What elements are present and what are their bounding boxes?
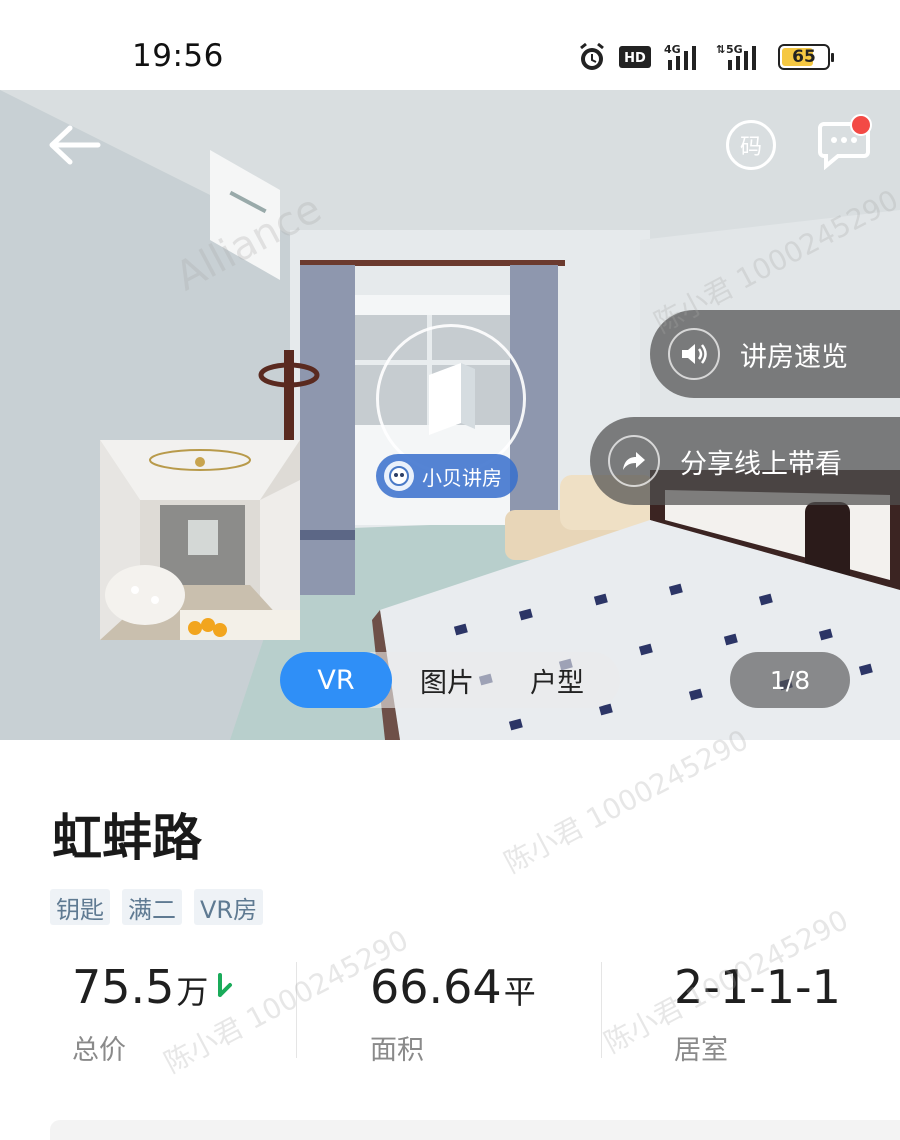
ai-guide-button[interactable]: 小贝讲房 xyxy=(376,454,518,498)
svg-text:4G: 4G xyxy=(664,43,681,56)
ai-guide-label: 小贝讲房 xyxy=(422,465,502,490)
area-value: 66.64 xyxy=(370,960,502,1014)
photo-counter: 1/8 xyxy=(730,652,850,708)
audio-tour-button[interactable]: 讲房速览 xyxy=(650,310,900,398)
robot-icon xyxy=(384,461,414,491)
status-icons: HD 4G ⇅ 5G 65 xyxy=(578,40,834,74)
next-section-edge xyxy=(50,1120,900,1140)
share-viewing-button[interactable]: 分享线上带看 xyxy=(590,417,900,505)
hd-icon: HD xyxy=(618,42,652,72)
vr-cube-icon xyxy=(429,363,475,435)
listing-title: 虹蚌路 xyxy=(52,809,202,867)
photo-gallery[interactable]: 码 讲房速览 分享线上带看 小贝讲房 VR 图片 户型 1/8 xyxy=(0,90,900,740)
price-stat: 75.5 万 总价 xyxy=(72,960,234,1067)
rooms-value: 2-1-1-1 xyxy=(674,960,841,1014)
audio-tour-label: 讲房速览 xyxy=(740,341,848,373)
thumbnail-preview[interactable] xyxy=(100,440,300,640)
stat-divider xyxy=(296,962,297,1058)
alarm-icon xyxy=(578,42,606,72)
speaker-icon xyxy=(668,328,720,380)
share-arrow-icon xyxy=(608,435,660,487)
share-viewing-label: 分享线上带看 xyxy=(680,448,842,480)
qr-code-button[interactable]: 码 xyxy=(726,120,776,170)
price-value: 75.5 xyxy=(72,960,175,1014)
area-stat: 66.64 平 面积 xyxy=(370,960,536,1067)
svg-text:⇅: ⇅ xyxy=(716,43,725,56)
tab-photos[interactable]: 图片 xyxy=(392,652,502,708)
signal-5g-icon: ⇅ 5G xyxy=(716,42,766,72)
signal-4g-icon: 4G xyxy=(664,42,704,72)
price-unit: 万 xyxy=(176,973,209,1011)
back-button[interactable] xyxy=(40,120,110,170)
price-label: 总价 xyxy=(72,1035,126,1066)
tab-vr[interactable]: VR xyxy=(280,652,392,708)
watermark: 陈小君 1000245290 xyxy=(498,723,754,880)
rooms-label: 居室 xyxy=(674,1035,728,1066)
tag-vr: VR房 xyxy=(194,889,264,925)
stat-divider xyxy=(601,962,602,1058)
vr-entry-button[interactable] xyxy=(376,324,526,474)
tab-floor-plan[interactable]: 户型 xyxy=(502,652,612,708)
gallery-tabs: VR 图片 户型 xyxy=(280,652,620,708)
price-down-icon[interactable] xyxy=(214,973,234,1001)
svg-text:5G: 5G xyxy=(726,43,743,56)
status-bar: 19:56 HD 4G ⇅ 5G 65 xyxy=(0,0,900,90)
tag-two-years: 满二 xyxy=(122,889,182,925)
notification-dot xyxy=(850,114,872,136)
back-arrow-icon xyxy=(49,125,101,165)
rooms-stat: 2-1-1-1 居室 xyxy=(674,960,841,1067)
area-unit: 平 xyxy=(503,973,536,1011)
svg-text:HD: HD xyxy=(624,51,646,66)
screen: { "status_bar": { "time": "19:56", "hd_l… xyxy=(0,0,900,1140)
tag-key: 钥匙 xyxy=(50,889,110,925)
battery-icon: 65 xyxy=(778,44,834,70)
tag-list: 钥匙 满二 VR房 xyxy=(50,889,264,925)
battery-level: 65 xyxy=(792,47,816,67)
area-label: 面积 xyxy=(370,1035,424,1066)
status-time: 19:56 xyxy=(132,38,224,74)
thumbnail-image xyxy=(100,440,300,640)
qr-code-icon: 码 xyxy=(739,135,762,160)
